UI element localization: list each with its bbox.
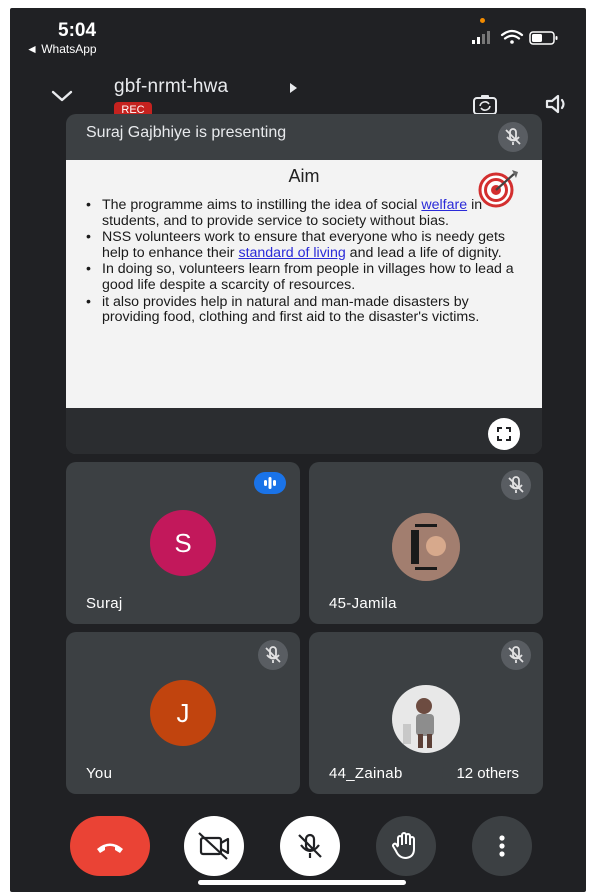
status-bar: 5:04 ◄ WhatsApp (10, 8, 586, 66)
participant-tile-zainab[interactable]: 44_Zainab 12 others (309, 632, 543, 794)
avatar (392, 513, 460, 581)
end-call-button[interactable] (70, 816, 150, 876)
speaking-indicator (254, 472, 286, 494)
participant-name: You (86, 765, 113, 782)
switch-camera-icon[interactable] (472, 94, 498, 116)
avatar (392, 685, 460, 753)
back-to-whatsapp-link[interactable]: ◄ WhatsApp (26, 42, 97, 56)
participant-name: 44_Zainab (329, 765, 403, 782)
wifi-icon (500, 29, 524, 44)
avatar: S (150, 510, 216, 576)
speaker-icon[interactable] (544, 92, 572, 116)
presenter-muted-badge (498, 122, 528, 152)
slide-bullet: The programme aims to instilling the ide… (84, 197, 524, 229)
raise-hand-button[interactable] (376, 816, 436, 876)
mic-off-icon (298, 833, 322, 858)
presentation-tile[interactable]: Suraj Gajbhiye is presenting Aim The pro… (66, 114, 542, 454)
mic-off-icon (265, 646, 281, 663)
toggle-camera-button[interactable] (184, 816, 244, 876)
more-options-icon (499, 835, 505, 857)
mic-off-icon (505, 128, 521, 145)
participant-name: Suraj (86, 595, 123, 612)
slide-link-welfare: welfare (421, 197, 468, 213)
toggle-mic-button[interactable] (280, 816, 340, 876)
participant-name: 45-Jamila (329, 595, 397, 612)
others-count-chip[interactable]: 12 others (442, 760, 533, 788)
meeting-header: gbf-nrmt-hwa REC (10, 68, 586, 120)
slide-bullet: it also provides help in natural and man… (84, 294, 524, 326)
avatar: J (150, 680, 216, 746)
participant-tile-you[interactable]: J You (66, 632, 300, 794)
end-call-icon (97, 843, 123, 853)
muted-badge (501, 640, 531, 670)
shared-slide: Aim The programme aims to instilling the… (66, 160, 542, 408)
slide-bullet: NSS volunteers work to ensure that every… (84, 229, 524, 261)
fullscreen-button[interactable] (488, 418, 520, 450)
slide-link-standard-of-living: standard of living (238, 244, 346, 261)
signal-icon (472, 31, 490, 44)
camera-off-icon (198, 832, 230, 860)
participant-tile-jamila[interactable]: 45-Jamila (309, 462, 543, 624)
mic-off-icon (508, 646, 524, 663)
call-controls-bar (10, 816, 586, 880)
muted-badge (258, 640, 288, 670)
meeting-details-arrow-icon[interactable] (290, 83, 297, 93)
slide-bullet-list: The programme aims to instilling the ide… (84, 197, 524, 327)
more-options-button[interactable] (472, 816, 532, 876)
presenter-label: Suraj Gajbhiye is presenting (86, 124, 287, 141)
meet-screen: 5:04 ◄ WhatsApp gbf-nrmt-hwa REC Suraj G… (10, 8, 586, 892)
participant-tile-suraj[interactable]: S Suraj (66, 462, 300, 624)
home-indicator[interactable] (198, 880, 406, 885)
slide-title: Aim (288, 166, 320, 186)
muted-badge (501, 470, 531, 500)
system-status-icons (472, 29, 558, 45)
battery-icon (529, 31, 558, 45)
raise-hand-icon (392, 832, 415, 859)
fullscreen-icon (497, 427, 511, 441)
slide-bullet: In doing so, volunteers learn from peopl… (84, 262, 524, 293)
status-time: 5:04 (58, 20, 97, 41)
mic-indicator-dot (480, 18, 485, 23)
presentation-footer (66, 408, 542, 454)
meeting-code-title[interactable]: gbf-nrmt-hwa (114, 76, 228, 98)
mic-off-icon (508, 476, 524, 493)
audio-wave-icon (264, 477, 276, 489)
chevron-down-icon[interactable] (50, 88, 74, 104)
